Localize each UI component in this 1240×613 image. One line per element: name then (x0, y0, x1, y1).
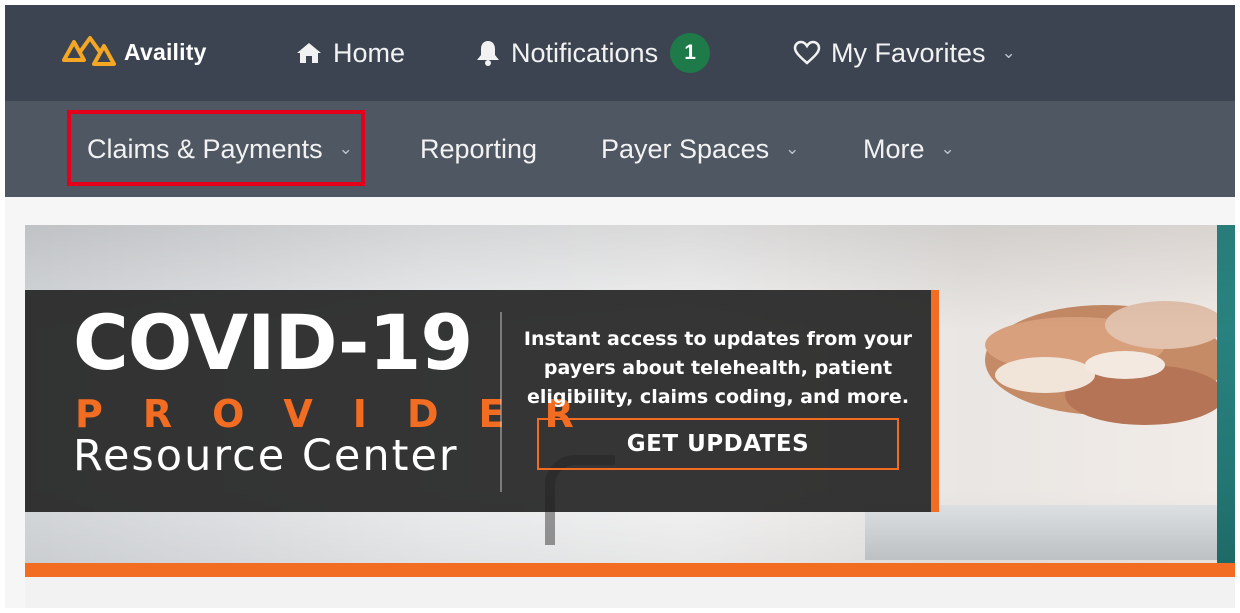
content-area (25, 577, 1235, 608)
subnav-reporting-label: Reporting (420, 133, 538, 164)
chevron-down-icon: ⌄ (785, 139, 800, 158)
nav-notifications[interactable]: Notifications 1 (475, 5, 711, 101)
get-updates-button[interactable]: GET UPDATES (537, 418, 899, 470)
availity-logo[interactable]: Availity (60, 27, 207, 77)
subnav-payer-spaces[interactable]: Payer Spaces ⌄ (601, 101, 799, 197)
subnav-more-label: More (863, 133, 925, 164)
brand-name: Availity (124, 38, 207, 65)
banner-orange-strip (25, 563, 1235, 577)
subnav-more[interactable]: More ⌄ (863, 101, 955, 197)
nav-home-label: Home (333, 37, 406, 68)
subnav-payer-spaces-label: Payer Spaces (601, 133, 770, 164)
top-navigation-bar: Availity Home Notifications 1 My Favorit… (5, 5, 1235, 101)
banner-panel-accent (931, 290, 939, 512)
nav-my-favorites[interactable]: My Favorites ⌄ (793, 5, 1016, 101)
page-frame: Availity Home Notifications 1 My Favorit… (5, 5, 1235, 608)
chevron-down-icon: ⌄ (1001, 43, 1016, 62)
banner-description: Instant access to updates from your paye… (523, 328, 913, 408)
nav-home[interactable]: Home (295, 5, 405, 101)
subnav-reporting[interactable]: Reporting (420, 101, 537, 197)
banner-tagline: Resource Center (73, 431, 459, 481)
nav-my-favorites-label: My Favorites (831, 37, 986, 68)
notifications-count-badge: 1 (670, 33, 711, 73)
banner-headline: COVID-19 (73, 298, 473, 387)
nav-notifications-label: Notifications (511, 37, 659, 68)
heart-icon (793, 40, 821, 65)
chevron-down-icon: ⌄ (940, 139, 955, 158)
highlight-box (67, 110, 365, 186)
covid-banner[interactable]: COVID-19 PROVIDER Resource Center Instan… (25, 225, 1235, 577)
banner-divider (500, 312, 502, 492)
bell-icon (477, 41, 499, 66)
availity-logo-icon (62, 36, 116, 66)
home-icon (297, 43, 321, 63)
